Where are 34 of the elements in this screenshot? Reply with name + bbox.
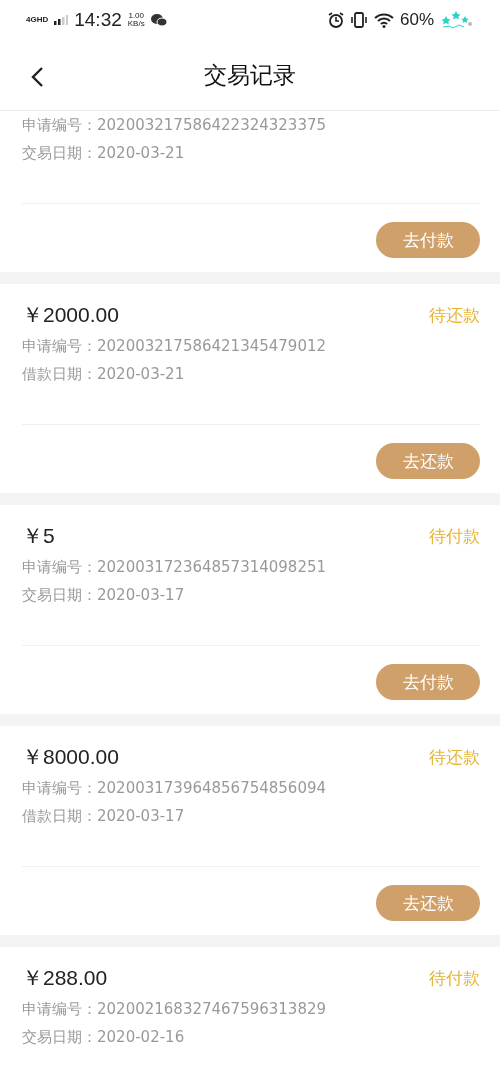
action-button[interactable]: 去还款: [376, 443, 480, 479]
status-label: 待付款: [429, 524, 480, 548]
amount: ￥288.00: [22, 965, 108, 991]
action-button[interactable]: 去付款: [376, 222, 480, 258]
status-label: 待付款: [429, 966, 480, 990]
amount: ￥5: [22, 523, 55, 549]
network-speed: 1.00 KB/s: [127, 12, 145, 28]
record-detail: 申请编号：202003217586422324323375: [22, 115, 328, 136]
page-title: 交易记录: [204, 60, 296, 90]
wifi-icon: [373, 12, 394, 28]
action-button[interactable]: 去还款: [376, 885, 480, 921]
amount: ￥2000.00: [22, 302, 119, 328]
signal-icon: [54, 15, 69, 25]
action-button[interactable]: 去付款: [376, 664, 480, 700]
record-detail: 申请编号：202003172364857314098251: [22, 557, 328, 578]
record-detail: 交易日期：2020-03-21: [22, 143, 186, 164]
status-label: 待还款: [429, 745, 480, 769]
alarm-icon: [327, 12, 344, 28]
record-detail: 交易日期：2020-02-16: [22, 1027, 186, 1048]
amount: ￥8000.00: [22, 744, 119, 770]
record-detail: 借款日期：2020-03-17: [22, 806, 186, 827]
chat-icon: [150, 13, 167, 27]
record-detail: 申请编号：202002168327467596313829: [22, 999, 328, 1020]
status-label: 待还款: [429, 303, 480, 327]
network-type: 4GHD: [26, 16, 49, 24]
stars-icon: [440, 10, 474, 30]
record-detail: 交易日期：2020-03-17: [22, 585, 186, 606]
clock: 14:32: [74, 9, 122, 31]
vibrate-icon: [349, 12, 368, 28]
record-detail: 申请编号：202003217586421345479012: [22, 336, 328, 357]
record-detail: 借款日期：2020-03-21: [22, 364, 186, 385]
back-icon[interactable]: [30, 66, 44, 88]
record-detail: 申请编号：202003173964856754856094: [22, 778, 328, 799]
battery-level: 60%: [399, 10, 434, 30]
